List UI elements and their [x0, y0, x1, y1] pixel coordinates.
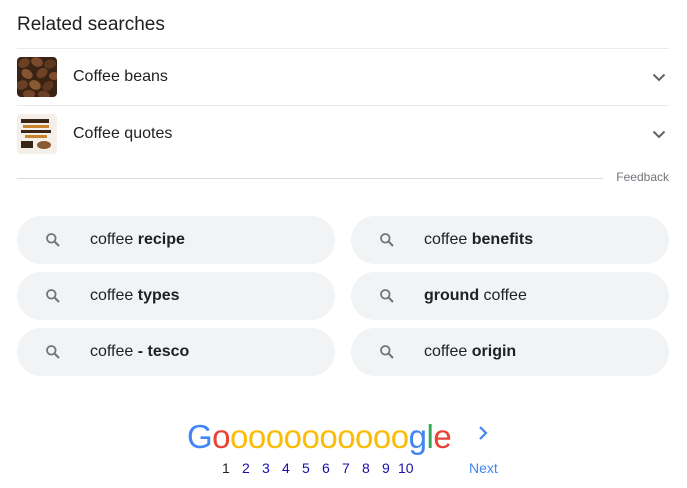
- related-chip-coffee-tesco[interactable]: coffee - tesco: [17, 328, 335, 376]
- related-item-coffee-beans[interactable]: Coffee beans: [17, 49, 669, 105]
- related-chip-coffee-origin[interactable]: coffee origin: [351, 328, 669, 376]
- related-chip-ground-coffee[interactable]: ground coffee: [351, 272, 669, 320]
- page-link[interactable]: 6: [322, 460, 330, 476]
- related-item-coffee-quotes[interactable]: Coffee quotes: [17, 106, 669, 162]
- feedback-link[interactable]: Feedback: [616, 170, 669, 184]
- related-item-label: Coffee beans: [73, 68, 168, 85]
- chip-label: coffee origin: [424, 343, 517, 360]
- next-page-link[interactable]: Next: [469, 460, 498, 476]
- search-icon: [377, 286, 397, 306]
- logo-letter: o: [301, 418, 320, 455]
- chip-label: coffee recipe: [90, 231, 185, 248]
- logo-letter: o: [212, 418, 231, 455]
- logo-letter: o: [319, 418, 338, 455]
- related-chip-coffee-types[interactable]: coffee types: [17, 272, 335, 320]
- chip-label: coffee benefits: [424, 231, 534, 248]
- related-chip-coffee-recipe[interactable]: coffee recipe: [17, 216, 335, 264]
- next-arrow-icon[interactable]: [477, 425, 489, 446]
- page-link[interactable]: 4: [282, 460, 290, 476]
- feedback-divider: [17, 178, 603, 179]
- page-link[interactable]: 10: [398, 460, 414, 476]
- chevron-down-icon[interactable]: [647, 65, 671, 89]
- chip-label: coffee types: [90, 287, 180, 304]
- logo-letter: o: [390, 418, 409, 455]
- chip-label: ground coffee: [424, 287, 527, 304]
- logo-letter: o: [283, 418, 302, 455]
- logo-letter: g: [408, 418, 427, 455]
- page-link[interactable]: 7: [342, 460, 350, 476]
- logo-letter: o: [265, 418, 284, 455]
- search-icon: [377, 342, 397, 362]
- coffee-beans-thumbnail: [17, 57, 57, 97]
- logo-letter: o: [247, 418, 266, 455]
- coffee-quotes-thumbnail: [17, 114, 57, 154]
- page-link[interactable]: 9: [382, 460, 390, 476]
- logo-letter: e: [433, 418, 452, 455]
- related-searches-heading: Related searches: [17, 14, 165, 35]
- logo-letter: o: [355, 418, 373, 455]
- search-icon: [43, 342, 63, 362]
- search-icon: [43, 230, 63, 250]
- logo-letter: o: [230, 418, 248, 455]
- page-number-current: 1: [222, 460, 230, 476]
- logo-letter: G: [187, 418, 213, 455]
- chip-label: coffee - tesco: [90, 343, 190, 360]
- logo-letter: o: [337, 418, 356, 455]
- related-chip-coffee-benefits[interactable]: coffee benefits: [351, 216, 669, 264]
- search-icon: [377, 230, 397, 250]
- search-icon: [43, 286, 63, 306]
- page-link[interactable]: 3: [262, 460, 270, 476]
- related-item-label: Coffee quotes: [73, 125, 173, 142]
- page-link[interactable]: 2: [242, 460, 250, 476]
- page-link[interactable]: 5: [302, 460, 310, 476]
- chevron-down-icon[interactable]: [647, 122, 671, 146]
- page-link[interactable]: 8: [362, 460, 370, 476]
- pagination: 1 2 3 4 5 6 7 8 9 10: [0, 460, 687, 478]
- logo-letter: o: [372, 418, 391, 455]
- google-pagination-logo: Gooooooooooogle: [187, 418, 452, 455]
